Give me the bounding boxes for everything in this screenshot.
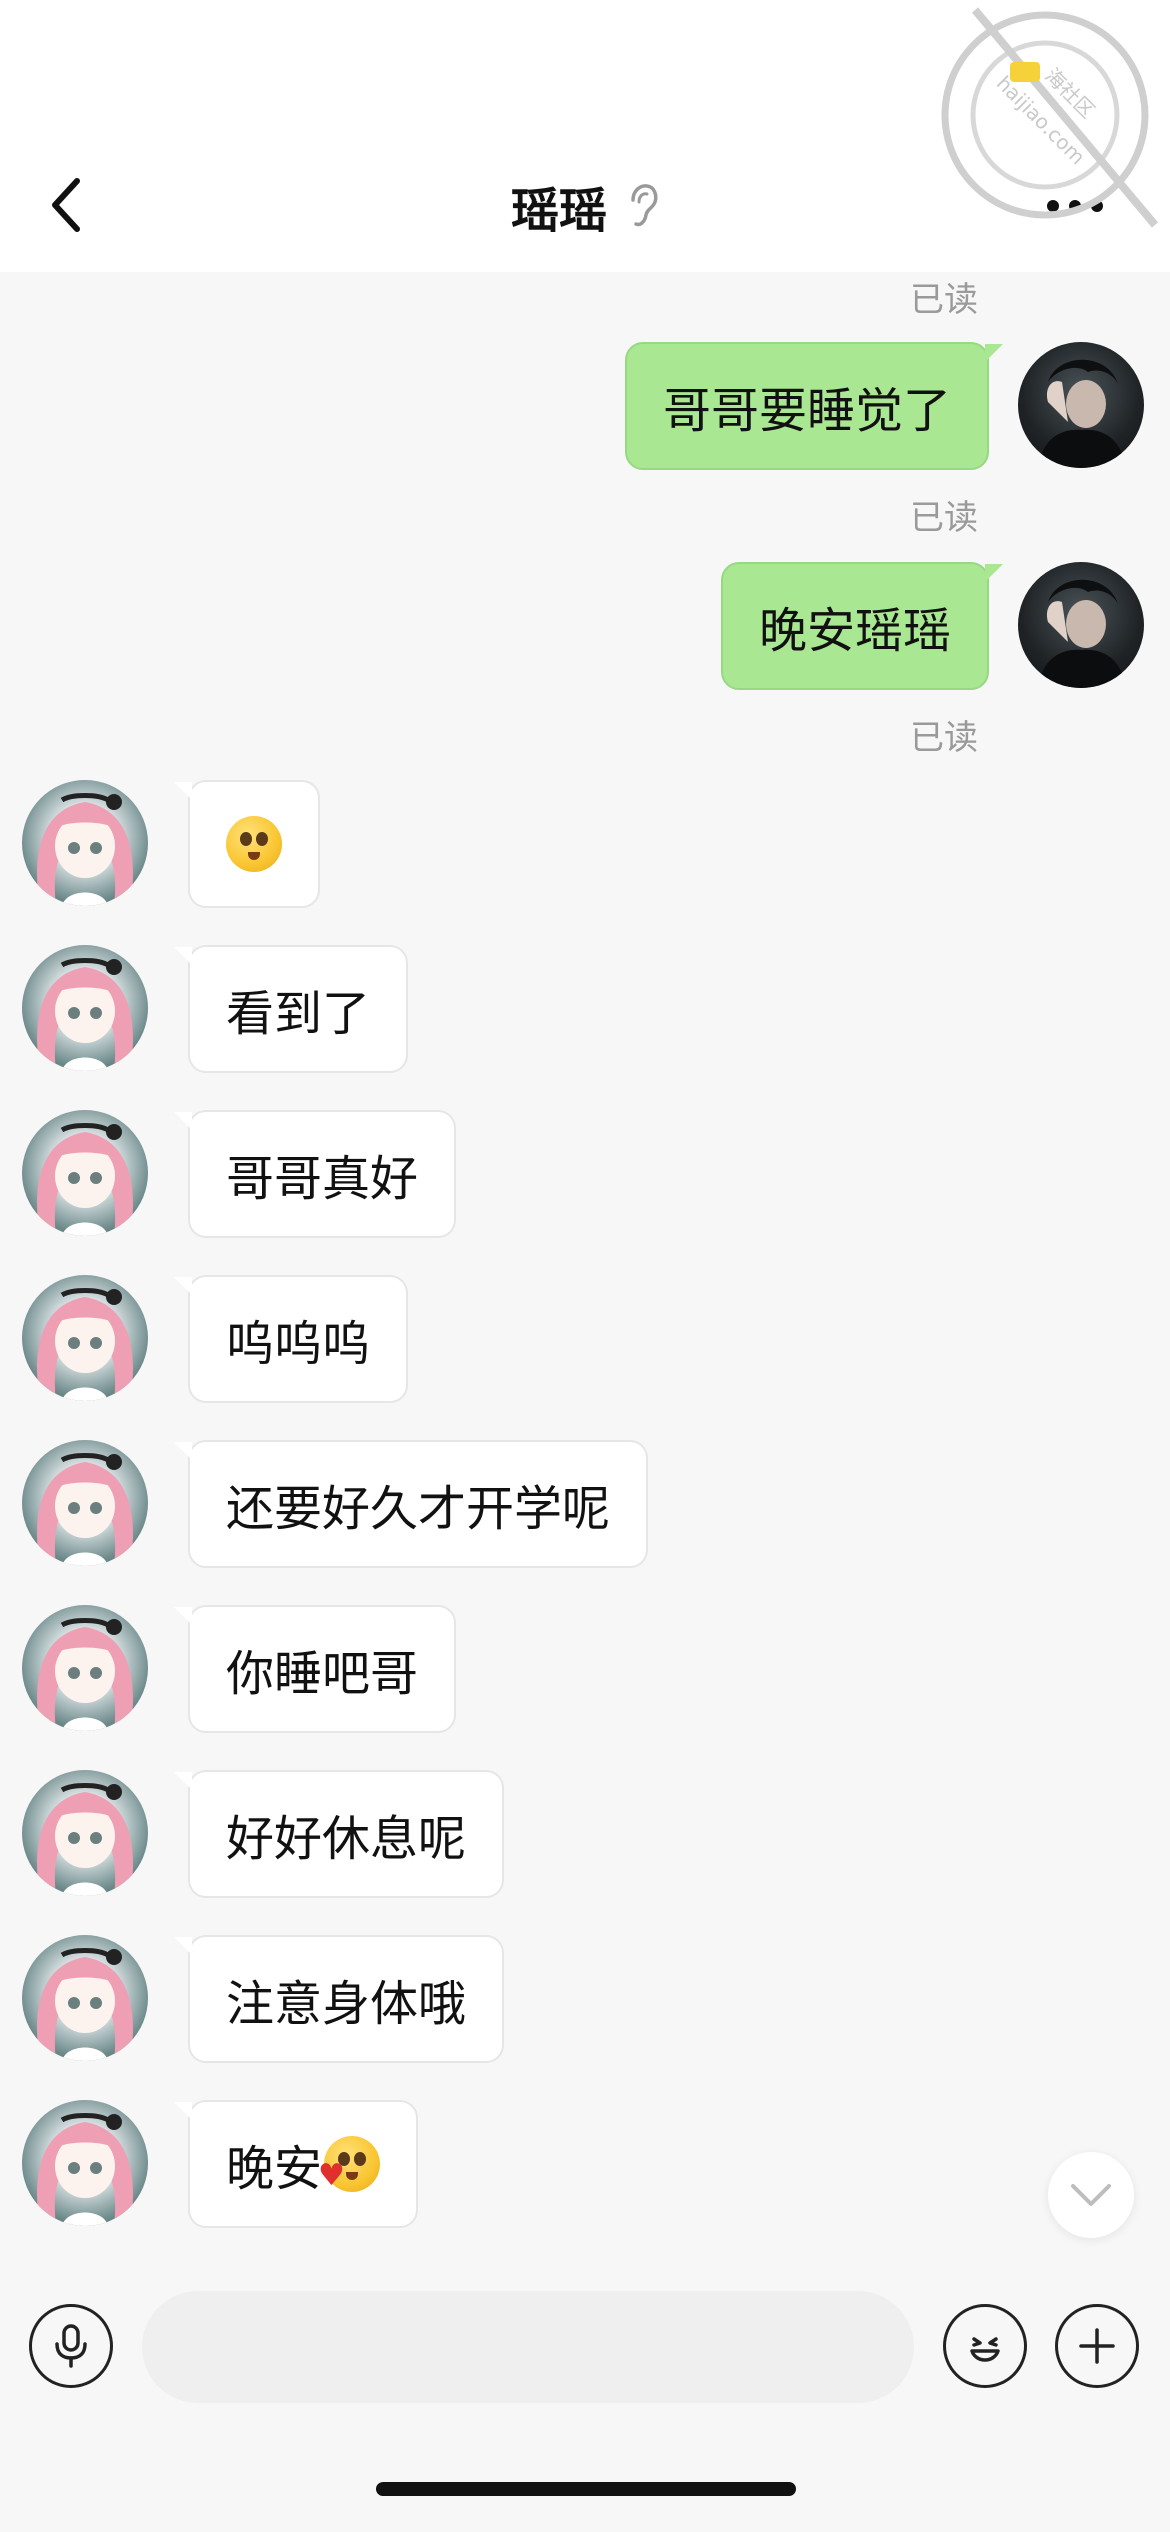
message-text: 你睡吧哥 xyxy=(226,1646,419,1702)
more-options-button[interactable] xyxy=(1040,186,1110,226)
microphone-icon xyxy=(55,2324,87,2368)
ear-icon xyxy=(631,184,658,227)
message-row-incoming: 哥哥真好 xyxy=(0,1110,1170,1240)
message-row-outgoing: 晚安瑶瑶 xyxy=(0,562,1170,692)
incoming-bubble[interactable]: 还要好久才开学呢 xyxy=(173,1440,649,1568)
message-text: 哥哥真好 xyxy=(226,1151,419,1207)
contact-avatar[interactable] xyxy=(22,1110,148,1236)
blushing-face-emoji xyxy=(226,816,282,872)
incoming-bubble[interactable]: 呜呜呜 xyxy=(173,1275,409,1403)
outgoing-bubble[interactable]: 晚安瑶瑶 xyxy=(720,562,1004,690)
contact-avatar[interactable] xyxy=(22,945,148,1071)
message-text: 呜呜呜 xyxy=(226,1316,371,1372)
message-input[interactable] xyxy=(142,2291,914,2403)
smiley-icon xyxy=(970,2337,1000,2362)
contact-avatar[interactable] xyxy=(22,1770,148,1896)
message-row-incoming: 还要好久才开学呢 xyxy=(0,1440,1170,1570)
voice-input-button[interactable] xyxy=(29,2304,113,2388)
message-text: 晚安 xyxy=(226,2141,323,2197)
scroll-to-bottom-button[interactable] xyxy=(1048,2152,1134,2238)
message-row-outgoing: 哥哥要睡觉了 xyxy=(0,342,1170,472)
chat-header: 瑶瑶 xyxy=(0,0,1170,272)
message-text: 晚安瑶瑶 xyxy=(758,603,951,659)
emoji-button[interactable] xyxy=(943,2304,1027,2388)
incoming-bubble[interactable]: 看到了 xyxy=(173,945,409,1073)
contact-avatar[interactable] xyxy=(22,1275,148,1401)
message-row-incoming: 看到了 xyxy=(0,945,1170,1075)
message-text: 好好休息呢 xyxy=(226,1811,467,1867)
chat-title: 瑶瑶 xyxy=(510,183,607,239)
contact-avatar[interactable] xyxy=(22,2100,148,2226)
message-text: 还要好久才开学呢 xyxy=(226,1481,611,1537)
message-row-incoming: 呜呜呜 xyxy=(0,1275,1170,1405)
message-row-incoming: 晚安 xyxy=(0,2100,1170,2230)
message-text: 哥哥要睡觉了 xyxy=(662,383,951,439)
more-dot xyxy=(1047,200,1059,212)
incoming-bubble[interactable] xyxy=(174,780,320,908)
chat-title-area: 瑶瑶 xyxy=(0,168,1170,244)
message-list[interactable]: 已读 哥哥要睡觉了 已读 晚安瑶瑶 已读 看到了 哥哥真好 呜呜呜 还要好久才开… xyxy=(0,272,1170,2264)
my-avatar[interactable] xyxy=(1018,342,1144,468)
incoming-bubble[interactable]: 注意身体哦 xyxy=(173,1935,505,2063)
contact-avatar[interactable] xyxy=(22,1440,148,1566)
more-dot xyxy=(1069,200,1081,212)
message-text: 看到了 xyxy=(226,986,371,1042)
more-actions-button[interactable] xyxy=(1055,2304,1139,2388)
incoming-bubble[interactable]: 哥哥真好 xyxy=(173,1110,457,1238)
plus-icon xyxy=(1079,2328,1115,2364)
message-text: 注意身体哦 xyxy=(226,1976,467,2032)
more-dot xyxy=(1091,200,1103,212)
hugging-heart-emoji xyxy=(318,2136,381,2193)
incoming-bubble[interactable]: 晚安 xyxy=(173,2100,419,2228)
read-receipt: 已读 xyxy=(910,498,978,538)
chevron-down-icon xyxy=(1071,2184,1111,2206)
message-row-incoming xyxy=(0,780,1170,910)
my-avatar[interactable] xyxy=(1018,562,1144,688)
read-receipt: 已读 xyxy=(910,280,978,320)
incoming-bubble[interactable]: 你睡吧哥 xyxy=(173,1605,457,1733)
message-row-incoming: 你睡吧哥 xyxy=(0,1605,1170,1735)
read-receipt: 已读 xyxy=(910,718,978,758)
contact-avatar[interactable] xyxy=(22,1935,148,2061)
incoming-bubble[interactable]: 好好休息呢 xyxy=(173,1770,505,1898)
message-row-incoming: 好好休息呢 xyxy=(0,1770,1170,1900)
contact-avatar[interactable] xyxy=(22,780,148,906)
outgoing-bubble[interactable]: 哥哥要睡觉了 xyxy=(624,342,1004,470)
home-indicator[interactable] xyxy=(376,2482,796,2496)
contact-avatar[interactable] xyxy=(22,1605,148,1731)
message-row-incoming: 注意身体哦 xyxy=(0,1935,1170,2065)
